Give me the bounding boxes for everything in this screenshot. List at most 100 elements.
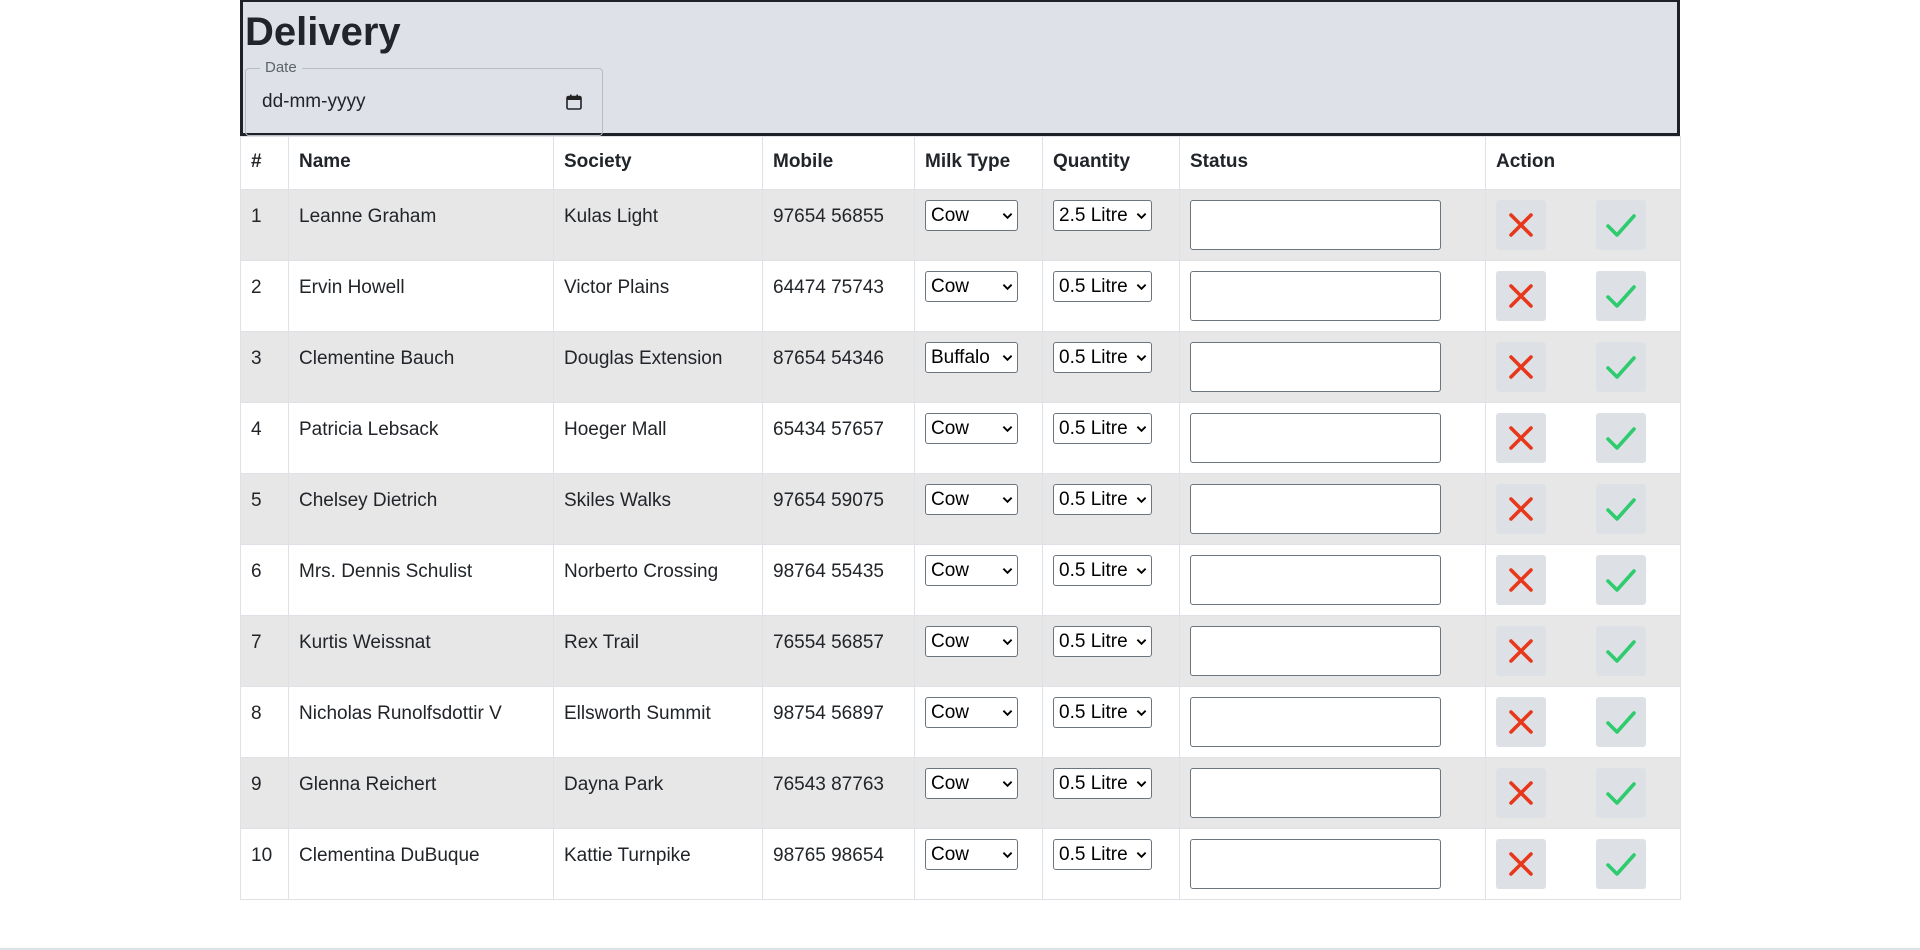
check-icon <box>1606 214 1636 237</box>
status-input[interactable] <box>1190 200 1441 250</box>
quantity-select[interactable]: 0.5 Litre <box>1053 555 1152 586</box>
reject-button[interactable] <box>1496 555 1546 605</box>
accept-button[interactable] <box>1596 697 1646 747</box>
status-cell <box>1179 402 1486 474</box>
quantity-cell: 0.5 Litre <box>1042 544 1180 616</box>
customer-name: Nicholas Runolfsdottir V <box>288 686 554 758</box>
customer-name: Glenna Reichert <box>288 757 554 829</box>
column-header-milk-type: Milk Type <box>914 136 1043 190</box>
row-number: 6 <box>240 544 289 616</box>
milk-type-select[interactable]: Cow <box>925 768 1018 799</box>
status-input[interactable] <box>1190 342 1441 392</box>
column-header-status: Status <box>1179 136 1486 190</box>
milk-type-cell: Cow <box>914 615 1043 687</box>
delivery-header: Delivery Date dd-mm-yyyy <box>240 0 1680 136</box>
accept-button[interactable] <box>1596 555 1646 605</box>
milk-type-select[interactable]: Cow <box>925 626 1018 657</box>
status-cell <box>1179 686 1486 758</box>
quantity-cell: 0.5 Litre <box>1042 402 1180 474</box>
milk-type-cell: Cow <box>914 757 1043 829</box>
quantity-select[interactable]: 0.5 Litre <box>1053 484 1152 515</box>
milk-type-cell: Cow <box>914 828 1043 900</box>
milk-type-select[interactable]: Cow <box>925 697 1018 728</box>
milk-type-select[interactable]: Cow <box>925 413 1018 444</box>
quantity-select[interactable]: 0.5 Litre <box>1053 768 1152 799</box>
accept-button[interactable] <box>1596 626 1646 676</box>
reject-button[interactable] <box>1496 768 1546 818</box>
customer-society: Ellsworth Summit <box>553 686 763 758</box>
reject-button[interactable] <box>1496 200 1546 250</box>
status-cell <box>1179 189 1486 261</box>
reject-button[interactable] <box>1496 271 1546 321</box>
close-icon <box>1509 284 1533 308</box>
accept-button[interactable] <box>1596 484 1646 534</box>
reject-button[interactable] <box>1496 413 1546 463</box>
milk-type-select[interactable]: Buffalo <box>925 342 1018 373</box>
customer-society: Kulas Light <box>553 189 763 261</box>
date-input[interactable]: dd-mm-yyyy <box>262 91 365 113</box>
status-input[interactable] <box>1190 413 1441 463</box>
quantity-select[interactable]: 0.5 Litre <box>1053 697 1152 728</box>
customer-mobile: 98754 56897 <box>762 686 915 758</box>
check-icon <box>1606 356 1636 379</box>
milk-type-select[interactable]: Cow <box>925 839 1018 870</box>
quantity-select[interactable]: 0.5 Litre <box>1053 626 1152 657</box>
reject-button[interactable] <box>1496 839 1546 889</box>
quantity-select[interactable]: 0.5 Litre <box>1053 839 1152 870</box>
row-number: 9 <box>240 757 289 829</box>
column-header-action: Action <box>1485 136 1681 190</box>
milk-type-select[interactable]: Cow <box>925 271 1018 302</box>
customer-mobile: 98764 55435 <box>762 544 915 616</box>
status-input[interactable] <box>1190 626 1441 676</box>
accept-button[interactable] <box>1596 342 1646 392</box>
check-icon <box>1606 498 1636 521</box>
reject-button[interactable] <box>1496 626 1546 676</box>
quantity-value: 0.5 Litre <box>1059 488 1128 510</box>
customer-name: Leanne Graham <box>288 189 554 261</box>
status-input[interactable] <box>1190 768 1441 818</box>
quantity-select[interactable]: 2.5 Litre <box>1053 200 1152 231</box>
quantity-select[interactable]: 0.5 Litre <box>1053 271 1152 302</box>
quantity-select[interactable]: 0.5 Litre <box>1053 413 1152 444</box>
quantity-select[interactable]: 0.5 Litre <box>1053 342 1152 373</box>
calendar-icon[interactable] <box>566 94 582 110</box>
accept-button[interactable] <box>1596 839 1646 889</box>
close-icon <box>1509 710 1533 734</box>
accept-button[interactable] <box>1596 271 1646 321</box>
customer-mobile: 76543 87763 <box>762 757 915 829</box>
milk-type-cell: Cow <box>914 544 1043 616</box>
accept-button[interactable] <box>1596 200 1646 250</box>
quantity-value: 0.5 Litre <box>1059 772 1128 794</box>
chevron-down-icon <box>1136 852 1147 859</box>
status-input[interactable] <box>1190 555 1441 605</box>
milk-type-select[interactable]: Cow <box>925 555 1018 586</box>
table-row: 9 Glenna Reichert Dayna Park 76543 87763 Cow… <box>240 757 1681 829</box>
accept-button[interactable] <box>1596 768 1646 818</box>
customer-society: Rex Trail <box>553 615 763 687</box>
customer-society: Kattie Turnpike <box>553 828 763 900</box>
status-input[interactable] <box>1190 697 1441 747</box>
milk-type-select[interactable]: Cow <box>925 484 1018 515</box>
action-cell <box>1485 260 1681 332</box>
status-input[interactable] <box>1190 484 1441 534</box>
customer-society: Dayna Park <box>553 757 763 829</box>
quantity-cell: 0.5 Litre <box>1042 260 1180 332</box>
milk-type-select[interactable]: Cow <box>925 200 1018 231</box>
milk-type-value: Cow <box>931 701 970 723</box>
reject-button[interactable] <box>1496 484 1546 534</box>
chevron-down-icon <box>1002 568 1013 575</box>
status-input[interactable] <box>1190 839 1441 889</box>
milk-type-value: Cow <box>931 772 970 794</box>
close-icon <box>1509 213 1533 237</box>
action-cell <box>1485 615 1681 687</box>
milk-type-value: Cow <box>931 843 970 865</box>
quantity-value: 0.5 Litre <box>1059 559 1128 581</box>
customer-name: Chelsey Dietrich <box>288 473 554 545</box>
status-input[interactable] <box>1190 271 1441 321</box>
date-field[interactable]: Date dd-mm-yyyy <box>245 59 603 136</box>
chevron-down-icon <box>1136 497 1147 504</box>
customer-society: Douglas Extension <box>553 331 763 403</box>
reject-button[interactable] <box>1496 697 1546 747</box>
reject-button[interactable] <box>1496 342 1546 392</box>
accept-button[interactable] <box>1596 413 1646 463</box>
